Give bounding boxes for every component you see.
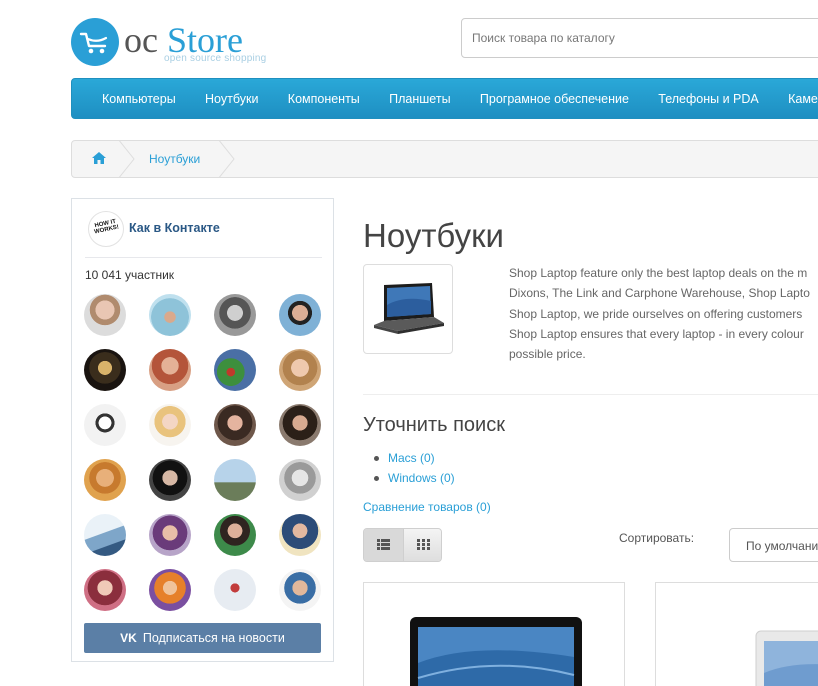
home-icon: [92, 152, 106, 164]
sort-label: Сортировать:: [619, 531, 695, 545]
group-name-link[interactable]: Как в Контакте: [129, 221, 220, 235]
laptop-image: [374, 283, 444, 334]
grid-view-button[interactable]: [403, 529, 441, 561]
grid-view-icon: [417, 539, 430, 550]
list-view-icon: [377, 539, 390, 550]
group-avatar[interactable]: HOW IT WORKS!: [88, 211, 124, 247]
breadcrumb: Ноутбуки: [71, 140, 818, 178]
description-line: possible price.: [509, 347, 586, 362]
member-avatar[interactable]: [279, 569, 321, 611]
member-avatar[interactable]: [84, 459, 126, 501]
search-box[interactable]: [461, 18, 818, 58]
product-image: [755, 630, 818, 686]
refine-item-macs[interactable]: Macs (0): [374, 448, 455, 468]
member-avatar[interactable]: [214, 459, 256, 501]
vk-logo-icon: VK: [120, 631, 137, 645]
group-avatar-text: HOW IT WORKS!: [93, 218, 120, 236]
member-avatar[interactable]: [84, 404, 126, 446]
vk-subscribe-label: Подписаться на новости: [142, 631, 285, 645]
member-avatar[interactable]: [149, 404, 191, 446]
list-view-button[interactable]: [364, 529, 403, 561]
member-avatar[interactable]: [214, 349, 256, 391]
member-avatar[interactable]: [84, 569, 126, 611]
member-avatar[interactable]: [214, 294, 256, 336]
description-line: Shop Laptop feature only the best laptop…: [509, 266, 808, 280]
vk-widget-header: HOW IT WORKS! Как в Контакте: [85, 209, 322, 258]
product-compare-link[interactable]: Сравнение товаров (0): [363, 500, 491, 514]
description-line: Shop Laptop, we pride ourselves on offer…: [509, 306, 803, 321]
member-avatar[interactable]: [84, 514, 126, 556]
breadcrumb-laptops[interactable]: Ноутбуки: [149, 141, 200, 177]
cart-logo-icon: [71, 18, 119, 66]
product-card[interactable]: [655, 582, 818, 686]
vk-community-widget: HOW IT WORKS! Как в Контакте 10 041 учас…: [71, 198, 334, 662]
member-avatar[interactable]: [279, 514, 321, 556]
category-image[interactable]: [363, 264, 453, 354]
breadcrumb-separator: [118, 141, 135, 177]
member-avatar[interactable]: [149, 459, 191, 501]
member-avatar[interactable]: [84, 294, 126, 336]
description-line: Dixons, The Link and Carphone Warehouse,…: [509, 286, 810, 301]
member-avatar[interactable]: [279, 349, 321, 391]
menu-item-cameras[interactable]: Камеры: [775, 79, 818, 118]
member-avatar[interactable]: [149, 349, 191, 391]
member-avatar[interactable]: [279, 294, 321, 336]
member-avatar[interactable]: [279, 404, 321, 446]
page-title: Ноутбуки: [363, 217, 504, 254]
member-avatar[interactable]: [149, 294, 191, 336]
sort-select[interactable]: По умолчанию: [729, 528, 818, 562]
view-toggle: [363, 528, 442, 562]
menu-item-laptops[interactable]: Ноутбуки: [192, 79, 271, 118]
member-avatar[interactable]: [279, 459, 321, 501]
menu-item-phones[interactable]: Телефоны и PDA: [645, 79, 771, 118]
search-input[interactable]: [462, 19, 818, 57]
logo-tagline: open source shopping: [164, 53, 267, 64]
vk-subscribe-button[interactable]: VK Подписаться на новости: [84, 623, 321, 653]
refine-search-title: Уточнить поиск: [363, 414, 505, 436]
member-avatar[interactable]: [214, 569, 256, 611]
refine-list: Macs (0) Windows (0): [374, 448, 455, 488]
member-avatar[interactable]: [214, 404, 256, 446]
description-line: Shop Laptop ensures that every laptop - …: [509, 326, 804, 341]
store-logo[interactable]: oc Store open source shopping: [71, 18, 271, 68]
menu-item-software[interactable]: Програмное обеспечение: [467, 79, 642, 118]
divider: [363, 394, 818, 395]
refine-item-windows[interactable]: Windows (0): [374, 468, 455, 488]
logo-oc: oc: [124, 20, 158, 60]
member-avatar[interactable]: [149, 514, 191, 556]
members-count: 10 041 участник: [85, 268, 175, 282]
menu-item-components[interactable]: Компоненты: [275, 79, 373, 118]
menu-item-computers[interactable]: Компьютеры: [89, 79, 189, 118]
product-card[interactable]: [363, 582, 625, 686]
menu-item-tablets[interactable]: Планшеты: [376, 79, 463, 118]
member-avatar[interactable]: [84, 349, 126, 391]
member-avatar[interactable]: [149, 569, 191, 611]
product-image: [410, 617, 582, 686]
breadcrumb-separator: [218, 141, 235, 177]
member-avatar[interactable]: [214, 514, 256, 556]
main-menu: Компьютеры Ноутбуки Компоненты Планшеты …: [71, 78, 818, 119]
category-description: Shop Laptop feature only the best laptop…: [509, 263, 818, 364]
